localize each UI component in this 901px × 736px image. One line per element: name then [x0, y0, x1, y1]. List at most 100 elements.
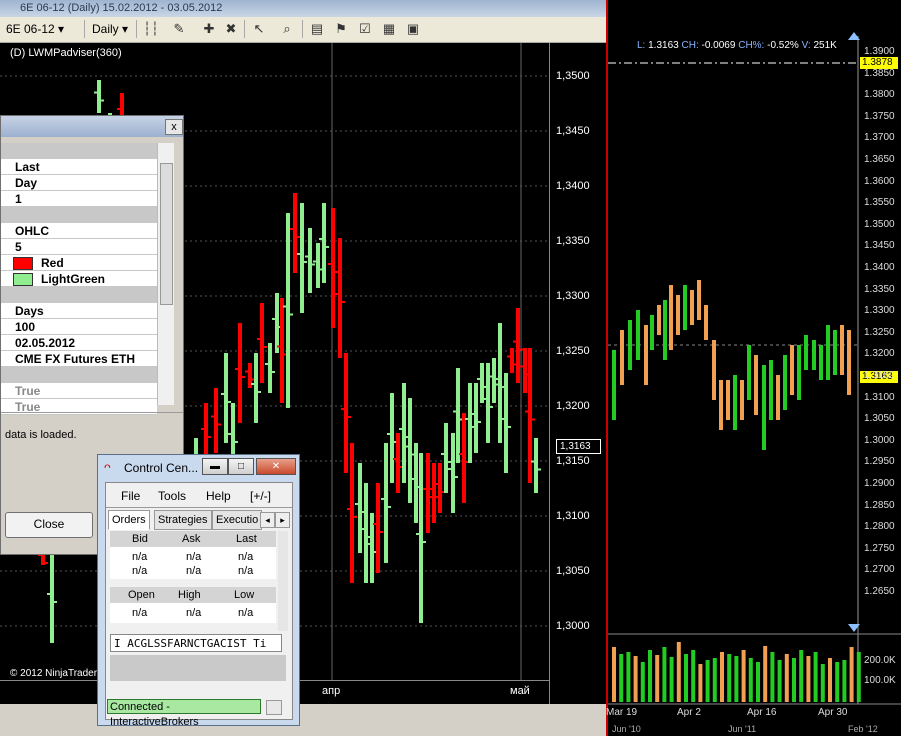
property-category[interactable] — [1, 367, 157, 383]
price-bar — [650, 315, 654, 350]
date-tick-small: Jun '10 — [612, 724, 641, 734]
price-bar — [769, 360, 773, 420]
date-tick: Apr 30 — [818, 707, 848, 718]
tab-strategies[interactable]: Strategies — [154, 510, 212, 530]
volume-bar — [756, 662, 760, 702]
connection-status: Connected - InteractiveBrokers — [107, 699, 261, 728]
volume-bar — [799, 650, 804, 702]
control-center-body: File Tools Help [+/-] Orders Strategies … — [105, 482, 293, 720]
price-tick: 1,3150 — [556, 455, 590, 467]
price-bar — [819, 345, 823, 380]
properties-icon[interactable]: ▤ — [308, 20, 326, 38]
property-value[interactable]: 1 — [1, 191, 157, 207]
price-bar — [644, 325, 648, 385]
date-tick-small: Jun '11 — [728, 724, 757, 734]
price-bar — [636, 310, 640, 360]
volume-bar — [792, 658, 796, 702]
zoom-icon[interactable]: ⌕ — [278, 20, 296, 38]
tab-executions[interactable]: Executio — [212, 510, 263, 530]
quote-scrollbar[interactable] — [278, 531, 288, 631]
period-label: Daily — [92, 22, 119, 36]
close-icon[interactable]: x — [165, 119, 183, 135]
pencil-icon[interactable]: ✎ — [170, 20, 188, 38]
add-indicator-icon[interactable]: ✚ — [200, 20, 218, 38]
property-value[interactable]: Days — [1, 303, 157, 319]
volume-bar — [619, 654, 624, 702]
volume-bar — [763, 646, 768, 702]
ask-value: n/a — [186, 565, 202, 577]
property-value[interactable]: 100 — [1, 319, 157, 335]
price-tick: 1.3050 — [864, 413, 895, 425]
date-tick: Apr 2 — [677, 707, 701, 718]
volume-bar — [691, 650, 696, 702]
cursor-icon[interactable]: ↖ — [250, 20, 268, 38]
maximize-icon[interactable]: □ — [228, 458, 254, 475]
price-tick: 1.2850 — [864, 499, 895, 511]
left-price-axis[interactable]: 1,3163 1,3500 1,3450 1,3400 1,3350 1,3300 1,3… — [549, 43, 606, 704]
property-value[interactable]: 02.05.2012 — [1, 335, 157, 351]
strategy-icon[interactable]: ⚑ — [332, 20, 350, 38]
tab-scroll-left-icon[interactable]: ◂ — [260, 512, 275, 528]
volume-bar — [842, 660, 847, 702]
bar-style-icon[interactable]: ┆┆ — [142, 20, 160, 38]
tab-orders[interactable]: Orders — [108, 510, 150, 530]
price-tick: 1.3550 — [864, 197, 895, 209]
price-bar — [676, 295, 680, 335]
volume-bar — [777, 660, 782, 702]
volume-bar — [676, 642, 681, 702]
price-bar — [740, 380, 744, 420]
period-selector[interactable]: Daily ▾ — [92, 20, 128, 38]
menu-tools[interactable]: Tools — [158, 489, 186, 503]
property-value[interactable]: LightGreen — [1, 271, 157, 287]
high-header: High — [178, 589, 201, 601]
price-tick: 1.3500 — [864, 218, 895, 230]
property-scrollbar[interactable] — [157, 143, 174, 405]
price-bar — [776, 375, 780, 420]
layout-icon[interactable]: ▦ — [380, 20, 398, 38]
chart-trader-icon[interactable]: ☑ — [356, 20, 374, 38]
property-category[interactable] — [1, 207, 157, 223]
volume-bar — [748, 658, 753, 702]
property-value[interactable]: Last — [1, 159, 157, 175]
volume-bar — [612, 647, 616, 702]
share-icon[interactable]: ▣ — [404, 20, 422, 38]
remove-indicator-icon[interactable]: ✖ — [222, 20, 240, 38]
property-category[interactable] — [1, 287, 157, 303]
menu-file[interactable]: File — [121, 489, 140, 503]
price-tick: 1,3400 — [556, 180, 590, 192]
property-value[interactable]: CME FX Futures ETH — [1, 351, 157, 367]
low-header: Low — [234, 589, 255, 601]
property-value[interactable]: OHLC — [1, 223, 157, 239]
price-bar — [812, 340, 816, 370]
date-tick: май — [510, 685, 530, 697]
date-tick: Apr 16 — [747, 707, 777, 718]
bid-value: n/a — [132, 565, 148, 577]
right-price-svg — [608, 32, 901, 705]
minimize-icon[interactable]: ▬ — [202, 458, 228, 475]
price-tick: 1.3000 — [864, 434, 895, 446]
price-tick: 1.3450 — [864, 240, 895, 252]
dialog-titlebar — [1, 116, 183, 137]
menu-help[interactable]: Help — [206, 489, 231, 503]
volume-bar — [820, 664, 825, 702]
quote-table: Bid Ask Last n/a n/a n/a n/a n/a n/a — [110, 531, 276, 579]
property-value[interactable]: True — [1, 383, 157, 399]
property-value[interactable]: Day — [1, 175, 157, 191]
property-value[interactable]: 5 — [1, 239, 157, 255]
price-tick: 1,3250 — [556, 345, 590, 357]
close-button[interactable]: Close — [5, 512, 93, 538]
volume-bar — [684, 654, 688, 702]
property-category[interactable] — [1, 143, 157, 159]
color-swatch — [13, 257, 33, 271]
price-tick: 1.3250 — [864, 326, 895, 338]
instrument-selector[interactable]: 6E 06-12 ▾ — [6, 20, 64, 38]
price-tick: 1.3850 — [864, 67, 895, 79]
tab-scroll-right-icon[interactable]: ▸ — [275, 512, 290, 528]
volume-bar — [806, 656, 811, 702]
price-tick: 1.3700 — [864, 132, 895, 144]
menu-expand[interactable]: [+/-] — [250, 489, 271, 503]
volume-bar — [741, 650, 746, 702]
close-window-icon[interactable]: ✕ — [256, 458, 296, 475]
volume-bar — [734, 656, 739, 702]
property-value[interactable]: Red — [1, 255, 157, 271]
